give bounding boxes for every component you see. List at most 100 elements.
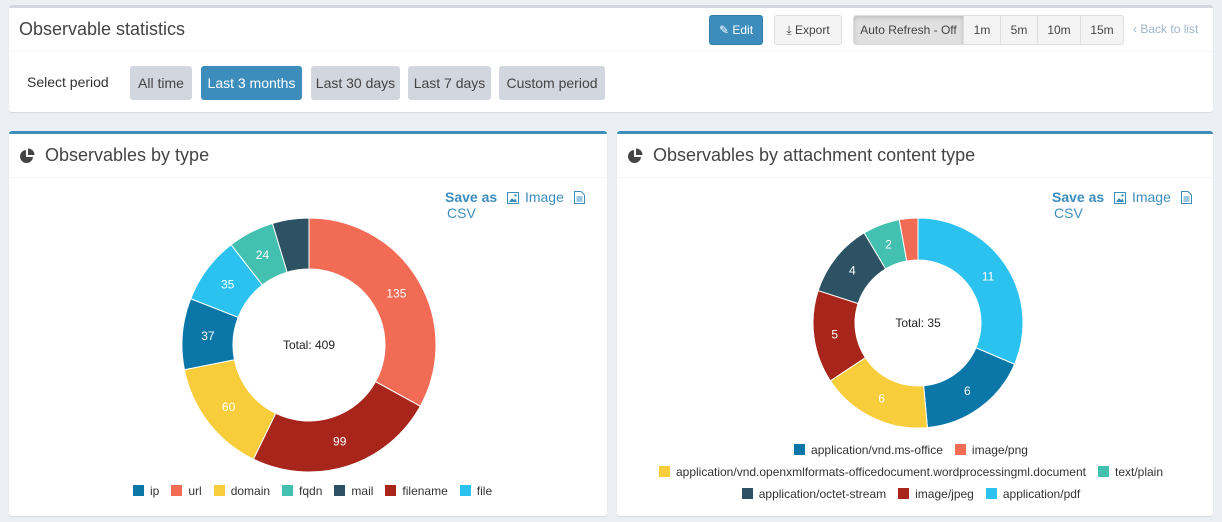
legend-label: application/octet-stream [758, 487, 887, 501]
legend-label: text/plain [1114, 465, 1164, 479]
refresh-15m-button[interactable]: 15m [1080, 15, 1124, 45]
refresh-10m-button[interactable]: 10m [1037, 15, 1081, 45]
panel-title: Observables by type [45, 145, 210, 165]
attachment-legend: application/vnd.ms-office image/png applic… [657, 439, 1177, 505]
panel-header: Observables by type [9, 134, 607, 178]
legend-item-file[interactable]: file [459, 484, 492, 498]
save-image-link[interactable]: Image [1114, 189, 1175, 205]
save-as-label: Save as [1052, 189, 1105, 205]
save-image-label: Image [1131, 189, 1171, 205]
legend-swatch [459, 485, 471, 496]
legend-label: url [188, 484, 202, 498]
legend-swatch [954, 444, 966, 455]
legend-label: application/vnd.ms-office [811, 443, 943, 457]
edit-button[interactable]: ✎ Edit [709, 15, 763, 45]
slice-label-file: 35 [221, 277, 235, 291]
pie-chart-icon [628, 148, 643, 163]
type-legend: ip url domain fqdn mail filename file [133, 484, 504, 498]
legend-item-application-vnd-openxmlformats-officedocument-wordprocessingml-document[interactable]: application/vnd.openxmlformats-officedoc… [658, 461, 1086, 483]
refresh-1m-button[interactable]: 1m [963, 15, 1001, 45]
legend-item-fqdn[interactable]: fqdn [282, 484, 322, 498]
slice-filename[interactable] [252, 380, 421, 473]
panel-title: Observables by attachment content type [653, 145, 976, 165]
slice-label-fqdn: 24 [256, 248, 270, 262]
image-icon [507, 192, 520, 204]
legend-label: domain [230, 484, 271, 498]
slice-label-application-vnd-openxmlformats-officedocument-wordprocessingml-document: 6 [878, 392, 885, 406]
legend-swatch [133, 485, 144, 496]
slice-label-image-jpeg: 5 [831, 327, 838, 341]
save-as-label: Save as [445, 189, 498, 205]
legend-item-application-octet-stream[interactable]: application/octet-stream [741, 483, 887, 505]
save-as-bar: Save as Image CSV [1052, 189, 1213, 221]
observables-by-type-panel: Observables by type Save as Image CSV 13… [9, 131, 607, 516]
legend-label: filename [402, 484, 448, 498]
export-label: Export [794, 23, 830, 37]
legend-swatch [213, 485, 225, 496]
back-to-list-link[interactable]: ‹ Back to list [1133, 22, 1198, 36]
legend-swatch [741, 488, 753, 499]
download-icon: ⤓ [786, 23, 792, 37]
legend-label: image/jpeg [915, 487, 974, 501]
legend-item-application-vnd-ms-office[interactable]: application/vnd.ms-office [794, 439, 943, 461]
slice-label-filename: 99 [333, 435, 347, 449]
period-label: Select period [27, 74, 109, 90]
slice-label-application-octet-stream: 4 [849, 264, 856, 278]
statistics-box: Observable statistics ✎ Edit ⤓ Export Au… [9, 5, 1213, 112]
save-as-bar: Save as Image CSV [445, 189, 607, 221]
slice-url[interactable] [308, 217, 437, 407]
legend-item-mail[interactable]: mail [334, 484, 373, 498]
save-image-label: Image [524, 189, 564, 205]
legend-item-image-jpeg[interactable]: image/jpeg [898, 483, 974, 505]
slice-label-application-pdf: 11 [982, 270, 995, 284]
save-image-link[interactable]: Image [507, 189, 568, 205]
slice-label-text-plain: 2 [885, 237, 892, 251]
back-label: Back to list [1140, 22, 1199, 36]
legend-item-filename[interactable]: filename [385, 484, 448, 498]
legend-item-image-png[interactable]: image/png [954, 439, 1028, 461]
slice-label-application-vnd-ms-office: 6 [964, 384, 971, 398]
period-last-30-days[interactable]: Last 30 days [311, 66, 400, 100]
period-last-3-months[interactable]: Last 3 months [201, 66, 302, 100]
file-icon [1180, 191, 1192, 204]
save-csv-label: CSV [1054, 205, 1083, 221]
slice-application-pdf[interactable] [917, 217, 1024, 365]
period-all-time[interactable]: All time [130, 66, 192, 100]
page-title: Observable statistics [19, 19, 186, 39]
legend-swatch [385, 485, 397, 496]
type-donut-chart: 135 99 60 37 35 24 Total: 409 [181, 217, 437, 473]
panel-header: Observables by attachment content type [617, 134, 1213, 178]
save-csv-label: CSV [447, 205, 476, 221]
file-icon [573, 191, 585, 204]
legend-swatch [658, 466, 670, 477]
legend-item-application-pdf[interactable]: application/pdf [985, 483, 1081, 505]
donut-total-label: Total: 35 [895, 316, 941, 330]
legend-label: fqdn [299, 484, 323, 498]
slice-label-url: 135 [386, 286, 406, 300]
legend-swatch [898, 488, 910, 499]
legend-label: image/png [971, 443, 1028, 457]
legend-label: ip [150, 484, 160, 498]
period-last-7-days[interactable]: Last 7 days [408, 66, 491, 100]
legend-swatch [282, 485, 294, 496]
legend-swatch [171, 485, 183, 496]
chevron-left-icon: ‹ [1133, 22, 1137, 36]
legend-item-url[interactable]: url [171, 484, 202, 498]
legend-swatch [794, 444, 806, 455]
export-button[interactable]: ⤓ Export [774, 15, 842, 45]
period-custom[interactable]: Custom period [499, 66, 605, 100]
pie-chart-icon [20, 148, 35, 163]
legend-item-ip[interactable]: ip [133, 484, 159, 498]
legend-swatch [985, 488, 997, 499]
auto-refresh-toggle[interactable]: Auto Refresh - Off [853, 15, 964, 45]
edit-label: Edit [732, 23, 754, 37]
legend-item-domain[interactable]: domain [213, 484, 271, 498]
legend-label: application/pdf [1002, 487, 1081, 501]
image-icon [1114, 192, 1127, 204]
observables-by-attachment-panel: Observables by attachment content type S… [617, 131, 1213, 516]
legend-swatch [1097, 466, 1109, 477]
legend-item-text-plain[interactable]: text/plain [1097, 461, 1164, 483]
slice-label-domain: 60 [222, 400, 236, 414]
refresh-5m-button[interactable]: 5m [1000, 15, 1038, 45]
slice-label-ip: 37 [201, 329, 215, 343]
